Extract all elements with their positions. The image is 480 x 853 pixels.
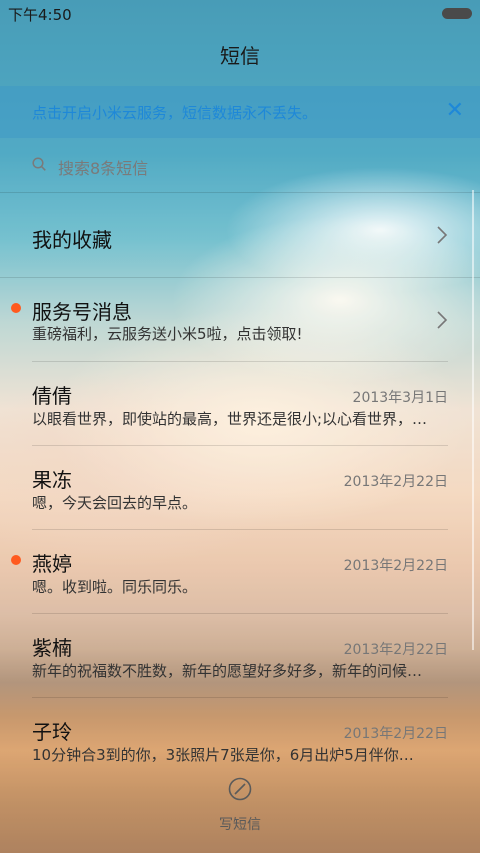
service-messages-row[interactable]: 服务号消息 重磅福利，云服务送小米5啦，点击领取! bbox=[0, 278, 480, 362]
scrollbar[interactable] bbox=[472, 190, 474, 650]
contact-name: 果冻 bbox=[32, 468, 72, 492]
banner-text[interactable]: 点击开启小米云服务，短信数据永不丢失。 bbox=[32, 102, 317, 123]
message-preview: 嗯。收到啦。同乐同乐。 bbox=[32, 578, 198, 596]
compose-label: 写短信 bbox=[219, 817, 261, 833]
message-preview: 以眼看世界，即使站的最高，世界还是很小;以心看世界，… bbox=[32, 410, 428, 428]
message-date: 2013年2月22日 bbox=[343, 642, 448, 658]
message-date: 2013年2月22日 bbox=[343, 474, 448, 490]
search-icon bbox=[32, 157, 46, 171]
unread-dot bbox=[11, 555, 21, 565]
message-date: 2013年2月22日 bbox=[343, 558, 448, 574]
message-preview: 嗯，今天会回去的早点。 bbox=[32, 494, 198, 512]
service-subtitle: 重磅福利，云服务送小米5啦，点击领取! bbox=[32, 325, 303, 343]
cloud-service-banner[interactable]: 点击开启小米云服务，短信数据永不丢失。 ✕ bbox=[0, 86, 480, 138]
battery-icon bbox=[442, 8, 472, 19]
status-bar: 下午4:50 bbox=[0, 0, 480, 26]
contact-name: 燕婷 bbox=[32, 552, 72, 576]
favorites-row[interactable]: 我的收藏 bbox=[0, 193, 480, 277]
message-preview: 10分钟合3到的你，3张照片7张是你，6月出炉5月伴你… bbox=[32, 746, 414, 764]
message-date: 2013年2月22日 bbox=[343, 726, 448, 742]
conversation-row[interactable]: 果冻 2013年2月22日 嗯，今天会回去的早点。 bbox=[0, 446, 480, 530]
message-preview: 新年的祝福数不胜数，新年的愿望好多好多，新年的问候… bbox=[32, 662, 423, 680]
conversation-row[interactable]: 紫楠 2013年2月22日 新年的祝福数不胜数，新年的愿望好多好多，新年的问候… bbox=[0, 614, 480, 698]
page-title: 短信 bbox=[220, 44, 260, 68]
close-icon[interactable]: ✕ bbox=[446, 97, 464, 125]
contact-name: 倩倩 bbox=[32, 384, 72, 408]
search-bar[interactable]: 搜索8条短信 bbox=[0, 140, 480, 192]
contact-name: 紫楠 bbox=[32, 636, 72, 660]
chevron-right-icon bbox=[437, 226, 448, 244]
compose-icon bbox=[228, 777, 252, 801]
search-input[interactable]: 搜索8条短信 bbox=[58, 155, 148, 179]
status-time: 下午4:50 bbox=[8, 6, 72, 24]
contact-name: 子玲 bbox=[32, 720, 72, 744]
unread-dot bbox=[11, 303, 21, 313]
conversation-row[interactable]: 燕婷 2013年2月22日 嗯。收到啦。同乐同乐。 bbox=[0, 530, 480, 614]
service-title: 服务号消息 bbox=[32, 300, 132, 324]
favorites-label: 我的收藏 bbox=[32, 228, 112, 252]
chevron-right-icon bbox=[437, 311, 448, 329]
compose-button[interactable]: 写短信 bbox=[0, 770, 480, 840]
message-date: 2013年3月1日 bbox=[352, 390, 448, 406]
conversation-row[interactable]: 倩倩 2013年3月1日 以眼看世界，即使站的最高，世界还是很小;以心看世界，… bbox=[0, 362, 480, 446]
